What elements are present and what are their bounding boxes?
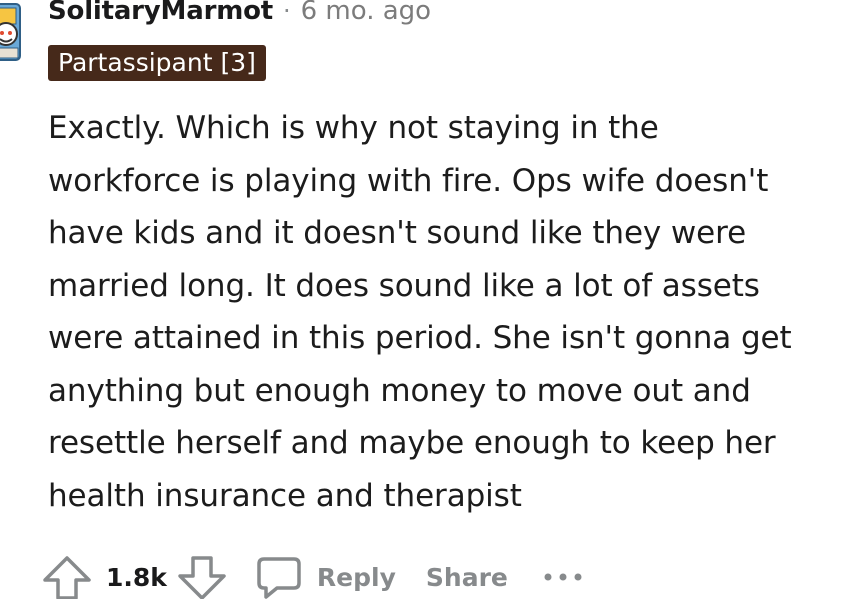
arrow-down-icon (178, 556, 226, 599)
reply-button[interactable]: Reply (255, 554, 396, 599)
more-options-button[interactable] (542, 567, 584, 587)
user-avatar[interactable] (0, 0, 26, 62)
downvote-button[interactable] (175, 553, 229, 599)
timestamp-link[interactable]: 6 mo. ago (301, 0, 431, 26)
comment: SolitaryMarmot · 6 mo. ago Partassipant … (0, 0, 852, 599)
avatar-snoo-icon (0, 3, 21, 61)
upvote-button[interactable] (40, 553, 94, 599)
comment-body: Exactly. Which is why not staying in the… (48, 110, 792, 514)
reply-label: Reply (316, 562, 396, 592)
vote-count: 1.8k (106, 562, 167, 592)
separator-dot: · (282, 0, 291, 25)
comment-actions: 1.8k Reply Share (40, 552, 584, 599)
arrow-up-icon (43, 556, 91, 599)
share-button[interactable]: Share (426, 563, 508, 592)
ellipsis-icon (544, 573, 582, 581)
speech-bubble-icon (257, 557, 301, 599)
user-flair: Partassipant [3] (48, 45, 266, 81)
username-link[interactable]: SolitaryMarmot (48, 0, 273, 26)
comment-header: SolitaryMarmot · 6 mo. ago (48, 0, 431, 28)
